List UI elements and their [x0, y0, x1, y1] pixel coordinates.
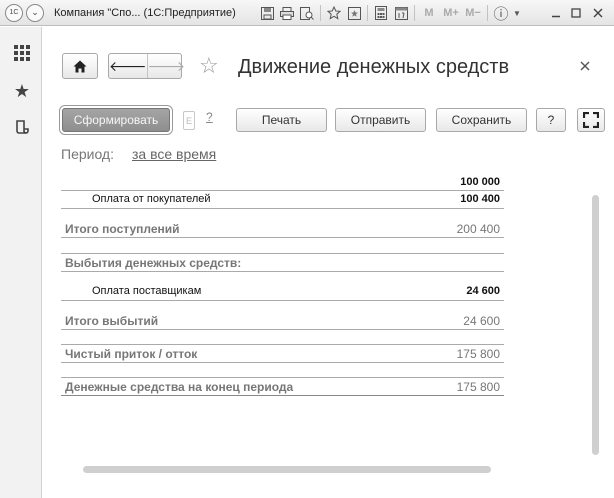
history-icon[interactable] [11, 116, 33, 138]
home-button[interactable] [62, 53, 98, 79]
sections-grid-icon[interactable] [11, 42, 33, 64]
row-label: Выбытия денежных средств: [65, 256, 242, 270]
preview-icon[interactable] [297, 3, 317, 23]
settings-help-link[interactable]: ? [206, 110, 213, 124]
report-row[interactable]: Итого выбытий 24 600 [61, 314, 504, 330]
form-close-icon[interactable] [580, 58, 590, 74]
print-icon[interactable] [277, 3, 297, 23]
help-button[interactable]: ? [536, 108, 566, 132]
row-divider [61, 190, 504, 191]
forward-arrow-icon[interactable]: 🡒 [148, 54, 186, 78]
row-divider [61, 271, 504, 272]
report-row[interactable]: Оплата от покупателей 100 400 [61, 193, 504, 207]
row-divider [61, 362, 504, 363]
report-row[interactable]: Чистый приток / отток 175 800 [61, 347, 504, 363]
vertical-scrollbar[interactable] [592, 195, 599, 455]
favorite-add-icon[interactable] [324, 3, 344, 23]
row-value: 24 600 [463, 314, 500, 328]
row-divider [61, 395, 504, 396]
row-divider [61, 329, 504, 330]
app-logo-icon[interactable]: 1C [5, 3, 23, 22]
memory-subtract-button[interactable]: M− [462, 3, 484, 23]
settings-mini-button[interactable]: E [183, 111, 195, 130]
fullscreen-icon [583, 112, 599, 128]
save-button[interactable]: Сохранить [436, 108, 527, 132]
memory-store-button[interactable]: M [418, 3, 440, 23]
report-row[interactable]: Оплата поставщикам 24 600 [61, 285, 504, 299]
toolbar-separator [414, 5, 415, 21]
row-label: Чистый приток / отток [65, 347, 198, 361]
window-close-icon[interactable] [588, 3, 608, 23]
report-row[interactable]: Итого поступлений 200 400 [61, 222, 504, 238]
report-row[interactable]: Денежные средства на конец периода 175 8… [61, 380, 504, 396]
row-value: 175 800 [456, 380, 500, 394]
row-value: 200 400 [456, 222, 500, 236]
toolbar-separator [320, 5, 321, 21]
calculator-icon[interactable] [371, 3, 391, 23]
home-icon [73, 60, 87, 72]
period-link[interactable]: за все время [132, 146, 216, 162]
period-label: Период: [61, 146, 114, 162]
memory-add-button[interactable]: M+ [440, 3, 462, 23]
info-dropdown-icon[interactable]: ▼ [511, 3, 523, 23]
main-menu-dropdown-icon[interactable]: ⌄ [26, 3, 44, 22]
maximize-icon[interactable] [566, 3, 586, 23]
section-panel: ★ [0, 27, 42, 498]
bookmark-icon[interactable] [344, 3, 364, 23]
generate-report-button[interactable]: Сформировать [62, 108, 170, 132]
toolbar-separator [487, 5, 488, 21]
favorite-star-icon[interactable]: ☆ [199, 55, 219, 77]
report-row[interactable]: 100 000 [61, 176, 504, 190]
back-arrow-icon[interactable]: 🡐 [109, 54, 148, 78]
row-value: 24 600 [466, 285, 500, 297]
row-divider [61, 300, 504, 301]
row-divider [61, 208, 504, 209]
row-label: Итого поступлений [65, 222, 180, 236]
calendar-icon[interactable] [391, 3, 411, 23]
save-icon[interactable] [257, 3, 277, 23]
toolbar-separator [367, 5, 368, 21]
fullscreen-button[interactable] [577, 108, 605, 132]
row-label: Оплата поставщикам [92, 285, 202, 297]
row-label: Денежные средства на конец периода [65, 380, 294, 394]
row-label: Оплата от покупателей [92, 193, 211, 205]
window-title: Компания "Спо... (1С:Предприятие) [54, 6, 236, 19]
titlebar-toolbar: M M+ M− ⓘ ▼ [257, 3, 523, 23]
report-row[interactable]: Выбытия денежных средств: [61, 256, 504, 272]
row-label: Итого выбытий [65, 314, 159, 328]
page-title: Движение денежных средств [238, 56, 510, 78]
row-value: 100 400 [460, 193, 500, 205]
minimize-icon[interactable] [546, 3, 566, 23]
print-button[interactable]: Печать [236, 108, 327, 132]
row-divider [61, 253, 504, 254]
row-value: 175 800 [456, 347, 500, 361]
navigation-buttons: 🡐 🡒 [108, 53, 185, 79]
row-divider [61, 237, 504, 238]
info-icon[interactable]: ⓘ [491, 3, 511, 23]
row-value: 100 000 [460, 176, 500, 188]
send-button[interactable]: Отправить [335, 108, 426, 132]
favorites-star-icon[interactable]: ★ [11, 80, 33, 102]
row-divider [61, 377, 504, 378]
horizontal-scrollbar[interactable] [83, 466, 491, 473]
row-divider [61, 344, 504, 345]
